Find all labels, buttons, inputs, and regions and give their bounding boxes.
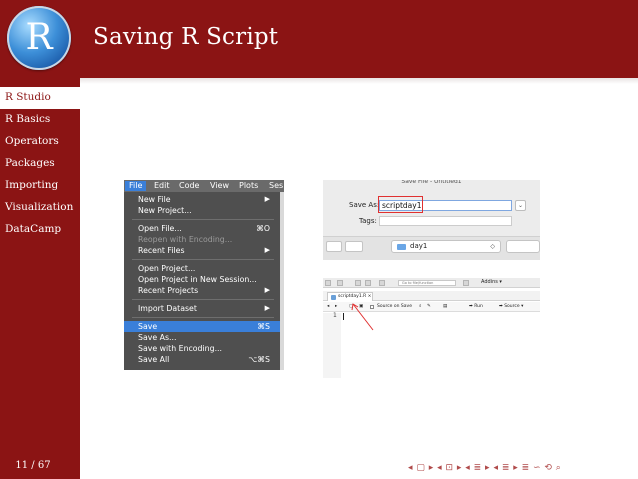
file-menu-screenshot: File Edit Code View Plots Ses New File ▶ … [124,180,284,370]
menu-separator [132,219,274,220]
sidebar-nav: R Studio R Basics Operators Packages Imp… [0,87,80,241]
menu-bar: File Edit Code View Plots Ses [124,180,284,192]
menu-item-save-all-label: Save All [138,355,170,364]
menu-code[interactable]: Code [179,181,199,191]
sidebar-item-r-studio[interactable]: R Studio [0,87,80,109]
menu-session[interactable]: Ses [269,181,283,191]
folder-select[interactable]: day1 ◇ [391,240,501,253]
menu-item-open-project[interactable]: Open Project... [124,263,280,274]
menu-item-import-dataset[interactable]: Import Dataset ▶ [124,303,280,314]
sidebar-item-r-basics[interactable]: R Basics [0,109,80,131]
shortcut-save: ⌘S [257,322,270,331]
menu-item-recent-files[interactable]: Recent Files ▶ [124,245,280,256]
shortcut-open-file: ⌘O [256,224,270,233]
submenu-arrow-icon: ▶ [264,286,270,294]
save-dialog-title: Save File - Untitled1 [401,180,462,185]
sidebar: R R Studio R Basics Operators Packages I… [0,0,80,479]
menu-item-new-project[interactable]: New Project... [124,205,280,216]
menu-item-open-file-label: Open File... [138,224,182,233]
menu-item-save-all[interactable]: Save All ⌥⌘S [124,354,280,365]
menu-edit[interactable]: Edit [154,181,170,191]
menu-item-recent-files-label: Recent Files [138,246,185,255]
menu-item-reopen-encoding: Reopen with Encoding... [138,235,233,244]
slide-header: Saving R Script [80,0,638,78]
slide-title: Saving R Script [93,24,279,50]
r-logo: R [0,0,80,78]
view-options-icon[interactable] [345,241,363,252]
menu-item-recent-projects-label: Recent Projects [138,286,199,295]
slide-navigation[interactable]: ◂ ▢ ▸ ◂ ⊡ ▸ ◂ ≣ ▸ ◂ ≣ ▸ ≣ ∽ ⟲ ⌕ [408,463,561,473]
sidebar-item-operators[interactable]: Operators [0,131,80,153]
page-number: 11 / 67 [15,460,51,471]
r-logo-letter: R [25,17,53,58]
menu-item-new-file-label: New File [138,195,171,204]
menu-item-open-project-new-session[interactable]: Open Project in New Session... [124,274,280,285]
menu-separator [132,259,274,260]
expand-button[interactable]: ⌄ [515,200,526,211]
save-as-label: Save As: [349,201,380,209]
sidebar-item-datacamp[interactable]: DataCamp [0,219,80,241]
submenu-arrow-icon: ▶ [264,195,270,203]
menu-view[interactable]: View [210,181,229,191]
background-window-strip [280,192,284,370]
save-dialog-screenshot: Save File - Untitled1 Save As: scriptday… [323,180,540,260]
tags-label: Tags: [359,217,377,225]
submenu-arrow-icon: ▶ [264,304,270,312]
highlight-box [378,196,423,213]
folder-icon [397,244,406,250]
header-shadow [80,78,638,84]
sidebar-toggle-icon[interactable] [326,241,342,252]
menu-item-new-file[interactable]: New File ▶ [124,194,280,205]
shortcut-save-all: ⌥⌘S [248,355,270,364]
menu-file[interactable]: File [125,181,147,191]
menu-item-save-as[interactable]: Save As... [124,332,280,343]
menu-separator [132,299,274,300]
sidebar-item-visualization[interactable]: Visualization [0,197,80,219]
search-box[interactable] [506,240,540,253]
select-arrows-icon: ◇ [490,243,495,250]
sidebar-item-packages[interactable]: Packages [0,153,80,175]
menu-plots[interactable]: Plots [239,181,258,191]
menu-item-recent-projects[interactable]: Recent Projects ▶ [124,285,280,296]
menu-item-save-label: Save [138,322,158,331]
menu-item-open-file[interactable]: Open File... ⌘O [124,223,280,234]
sidebar-item-importing[interactable]: Importing [0,175,80,197]
folder-name: day1 [410,242,428,250]
menu-item-save[interactable]: Save ⌘S [124,321,280,332]
tags-input[interactable] [379,216,512,226]
menu-item-save-with-encoding[interactable]: Save with Encoding... [124,343,280,354]
editor-screenshot: Go to file/function Addins ▾ scriptday1.… [323,278,540,378]
annotation-arrow-icon [351,303,374,331]
menu-item-import-dataset-label: Import Dataset [138,304,197,313]
submenu-arrow-icon: ▶ [264,246,270,254]
menu-separator [132,317,274,318]
